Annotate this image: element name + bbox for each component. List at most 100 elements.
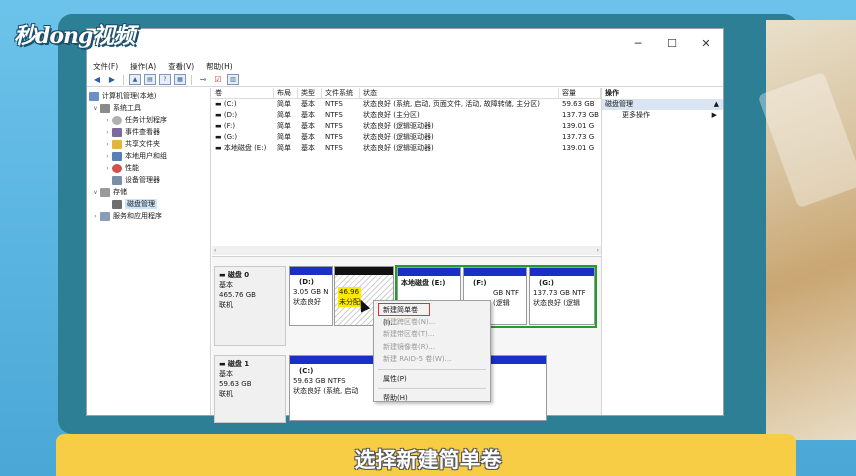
tree-label: 计算机管理(本地) xyxy=(102,92,157,100)
tree-item-device-manager[interactable]: 设备管理器 xyxy=(87,174,210,186)
menu-item-new-mirrored-volume: 新建镜像卷(R)... xyxy=(383,342,436,351)
disk-0-label[interactable]: ▬ 磁盘 0 基本 465.76 GB 联机 xyxy=(214,266,286,346)
more-actions-label: 更多操作 xyxy=(622,111,650,119)
tree-label: 事件查看器 xyxy=(125,128,160,136)
volume-capacity: 137.73 G xyxy=(562,133,595,141)
menu-action[interactable]: 操作(A) xyxy=(130,61,156,72)
tree-item-storage[interactable]: ∨ 存储 xyxy=(87,186,210,198)
collapse-icon[interactable]: › xyxy=(103,153,112,160)
menu-item-new-striped-volume: 新建带区卷(T)... xyxy=(383,330,435,338)
collapse-icon[interactable]: › xyxy=(103,165,112,172)
volume-list: 卷 布局 类型 文件系统 状态 容量 ▬ (C:) 简单 基本 NTFS 状态良… xyxy=(212,88,601,255)
partition-status: 状态良好 xyxy=(293,298,321,306)
horizontal-scrollbar[interactable]: ‹ › xyxy=(212,246,601,255)
partition-g[interactable]: (G:) 137.73 GB NTF 状态良好 (逻辑 xyxy=(529,267,595,325)
collapse-icon[interactable]: › xyxy=(103,117,112,124)
tree-item-services[interactable]: › 服务和应用程序 xyxy=(87,210,210,222)
column-header-filesystem[interactable]: 文件系统 xyxy=(322,88,360,98)
volume-type: 基本 xyxy=(301,133,315,141)
volume-list-header: 卷 布局 类型 文件系统 状态 容量 xyxy=(212,88,601,99)
column-header-type[interactable]: 类型 xyxy=(298,88,322,98)
column-header-capacity[interactable]: 容量 xyxy=(559,88,601,98)
partition-size: 3.05 GB N xyxy=(293,288,329,296)
view-icon[interactable]: ▥ xyxy=(227,74,239,85)
actions-section-disk-management[interactable]: 磁盘管理 ▲ xyxy=(602,99,723,110)
menu-item-help[interactable]: 帮助(H) xyxy=(374,392,490,405)
maximize-button[interactable]: ☐ xyxy=(655,37,689,50)
expand-icon[interactable]: ∨ xyxy=(91,105,100,112)
scroll-right-icon[interactable]: › xyxy=(597,246,599,255)
table-row[interactable]: ▬ (G:) 简单 基本 NTFS 状态良好 (逻辑驱动器) 137.73 G xyxy=(212,132,601,143)
partition-size: 137.73 GB NTF xyxy=(533,289,586,297)
partition-bar xyxy=(530,268,594,276)
computer-icon xyxy=(89,91,99,101)
volume-capacity: 139.01 G xyxy=(562,122,595,130)
minimize-button[interactable]: ─ xyxy=(621,37,655,50)
volume-name: ▬ (C:) xyxy=(215,100,237,108)
partition-status: 状态良好 (逻辑 xyxy=(533,299,580,307)
volume-type: 基本 xyxy=(301,122,315,130)
menu-help[interactable]: 帮助(H) xyxy=(206,61,233,72)
collapse-up-icon[interactable]: ▲ xyxy=(714,99,719,110)
table-row[interactable]: ▬ (C:) 简单 基本 NTFS 状态良好 (系统, 启动, 页面文件, 活动… xyxy=(212,99,601,110)
tree-label: 性能 xyxy=(125,164,139,172)
menu-item-new-spanned-volume: 新建跨区卷(N)... xyxy=(383,317,436,326)
volume-layout: 简单 xyxy=(277,100,291,108)
table-row[interactable]: ▬ 本地磁盘 (E:) 简单 基本 NTFS 状态良好 (逻辑驱动器) 139.… xyxy=(212,143,601,154)
clock-icon xyxy=(112,115,122,125)
tree-item-system-tools[interactable]: ∨ 系统工具 xyxy=(87,102,210,114)
tree-item-task-scheduler[interactable]: › 任务计划程序 xyxy=(87,114,210,126)
partition-name: (G:) xyxy=(539,279,554,287)
help-icon[interactable]: ? xyxy=(159,74,171,85)
column-header-layout[interactable]: 布局 xyxy=(274,88,298,98)
tree-item-local-users[interactable]: › 本地用户和组 xyxy=(87,150,210,162)
tree-item-performance[interactable]: › 性能 xyxy=(87,162,210,174)
menu-view[interactable]: 查看(V) xyxy=(168,61,194,72)
volume-layout: 简单 xyxy=(277,122,291,130)
video-logo: 秒dong视频 xyxy=(14,23,135,49)
connect-icon[interactable]: ⊸ xyxy=(197,74,209,85)
collapse-icon[interactable]: › xyxy=(91,213,100,220)
scroll-left-icon[interactable]: ‹ xyxy=(214,246,216,255)
column-header-volume[interactable]: 卷 xyxy=(212,88,274,98)
expand-icon[interactable]: ∨ xyxy=(91,189,100,196)
back-arrow-icon[interactable]: ◀ xyxy=(91,74,103,85)
close-button[interactable]: ✕ xyxy=(689,37,723,50)
tree-label: 本地用户和组 xyxy=(125,152,167,160)
menu-item-new-simple-volume[interactable]: 新建简单卷(I)... xyxy=(378,303,430,327)
menu-item-new-raid5-volume: 新建 RAID-5 卷(W)... xyxy=(383,355,452,363)
menu-divider xyxy=(378,388,486,389)
volume-status: 状态良好 (主分区) xyxy=(363,111,420,119)
tree-item-event-viewer[interactable]: › 事件查看器 xyxy=(87,126,210,138)
disk-1-label[interactable]: ▬ 磁盘 1 基本 59.63 GB 联机 xyxy=(214,355,286,423)
disk-type: 基本 xyxy=(219,370,233,378)
volume-type: 基本 xyxy=(301,100,315,108)
title-bar: ─ ☐ ✕ xyxy=(87,29,723,59)
volume-status: 状态良好 (逻辑驱动器) xyxy=(363,122,434,130)
shared-folder-icon xyxy=(112,139,122,149)
menu-item-properties[interactable]: 属性(P) xyxy=(374,373,490,386)
tree-item-root[interactable]: 计算机管理(本地) xyxy=(87,90,210,102)
column-header-status[interactable]: 状态 xyxy=(360,88,559,98)
tools-icon xyxy=(100,103,110,113)
partition-d[interactable]: (D:) 3.05 GB N 状态良好 xyxy=(289,266,333,326)
actions-header: 操作 xyxy=(605,89,619,97)
device-manager-icon xyxy=(112,175,122,185)
properties-icon[interactable]: ▦ xyxy=(174,74,186,85)
volume-capacity: 137.73 GB xyxy=(562,111,599,119)
volume-layout: 简单 xyxy=(277,144,291,152)
menu-file[interactable]: 文件(F) xyxy=(93,61,118,72)
tree-item-disk-management[interactable]: 磁盘管理 xyxy=(87,198,210,210)
table-row[interactable]: ▬ (D:) 简单 基本 NTFS 状态良好 (主分区) 137.73 GB xyxy=(212,110,601,121)
show-hide-tree-icon[interactable]: ▤ xyxy=(144,74,156,85)
tree-item-shared-folders[interactable]: › 共享文件夹 xyxy=(87,138,210,150)
table-row[interactable]: ▬ (F:) 简单 基本 NTFS 状态良好 (逻辑驱动器) 139.01 G xyxy=(212,121,601,132)
partition-bar xyxy=(335,267,393,275)
check-icon[interactable]: ☑ xyxy=(212,74,224,85)
more-actions-item[interactable]: 更多操作 ▶ xyxy=(602,110,723,121)
forward-arrow-icon[interactable]: ▶ xyxy=(106,74,118,85)
disk-name: 磁盘 0 xyxy=(227,271,250,279)
collapse-icon[interactable]: › xyxy=(103,129,112,136)
collapse-icon[interactable]: › xyxy=(103,141,112,148)
up-folder-icon[interactable]: ▲ xyxy=(129,74,141,85)
